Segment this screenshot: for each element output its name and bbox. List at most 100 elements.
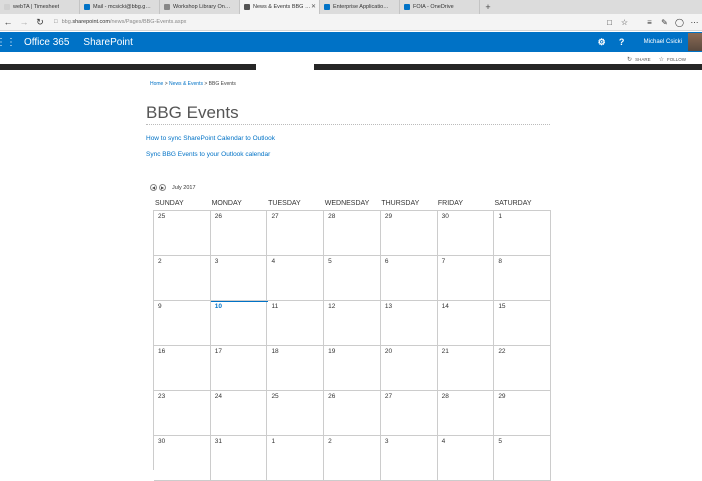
share-action-icon: ↻ [627,57,633,63]
calendar-day-cell[interactable]: 18 [267,346,325,391]
favorite-star-icon[interactable]: ☆ [617,18,632,27]
address-bar: ← → ↻ □ bbg. sharepoint.com/news/Pages/BB… [0,14,702,31]
title-divider [146,124,550,125]
share-icon[interactable]: ◯ [672,18,687,27]
settings-gear-icon[interactable]: ⚙ [592,32,612,52]
follow-button[interactable]: ☆ FOLLOW [659,56,686,63]
nav-strip-highlight [256,64,314,70]
web-note-icon[interactable]: ✎ [657,18,672,27]
browser-tab[interactable]: FOIA - OneDrive [400,0,480,14]
tab-label: webTA | Timesheet [13,4,60,10]
tab-favicon-icon [404,4,410,10]
calendar-day-cell[interactable]: 11 [267,301,325,346]
calendar-day-cell[interactable]: 2 [154,256,211,301]
browser-tab[interactable]: Mail - mcsicki@bbg.gov [80,0,160,14]
user-name[interactable]: Michael Csicki [644,39,682,45]
calendar-day-cell[interactable]: 24 [210,391,268,436]
tab-label: News & Events BBG Eve [253,4,311,10]
calendar-week-row: 23 24 25 26 27 28 29 [154,391,552,436]
calendar-week-row: 9 10 11 12 13 14 15 [154,301,552,346]
calendar-navigation: ◀ ▶ July 2017 [150,184,196,191]
page-actions: ↻ SHARE ☆ FOLLOW [619,56,686,63]
calendar-day-cell[interactable]: 12 [324,301,381,346]
back-icon[interactable]: ← [0,14,16,31]
sync-calendar-link[interactable]: How to sync SharePoint Calendar to Outlo… [146,135,275,142]
reading-view-icon[interactable]: □ [602,18,617,27]
browser-tab[interactable]: webTA | Timesheet [0,0,80,14]
weekday-label: SUNDAY [155,200,184,207]
help-icon[interactable]: ? [612,32,632,52]
calendar-day-cell[interactable]: 19 [324,346,381,391]
calendar-week-row: 16 17 18 19 20 21 22 [154,346,552,391]
tab-favicon-icon [164,4,170,10]
app-launcher-icon[interactable]: ⋮⋮ [0,32,16,52]
calendar-day-cell[interactable]: 10 [210,301,268,346]
calendar-day-cell[interactable]: 1 [494,211,552,256]
calendar-day-cell[interactable]: 15 [494,301,552,346]
refresh-icon[interactable]: ↻ [32,14,48,31]
calendar-day-cell[interactable]: 16 [154,346,211,391]
calendar-day-cell[interactable]: 6 [380,256,438,301]
share-label: SHARE [635,57,651,62]
weekday-label: TUESDAY [268,200,301,207]
calendar-day-cell[interactable]: 7 [437,256,495,301]
url-domain: sharepoint.com [72,19,110,25]
calendar-day-cell[interactable]: 29 [494,391,552,436]
sync-events-link[interactable]: Sync BBG Events to your Outlook calendar [146,151,270,158]
calendar-day-cell[interactable]: 28 [437,391,495,436]
calendar-day-cell[interactable]: 4 [267,256,325,301]
calendar-day-cell[interactable]: 29 [380,211,438,256]
weekday-label: SATURDAY [494,200,532,207]
more-icon[interactable]: ⋯ [687,18,702,27]
calendar-day-cell[interactable]: 5 [324,256,381,301]
calendar-day-cell[interactable]: 23 [154,391,211,436]
browser-tab[interactable]: Workshop Library On-Dema [160,0,240,14]
calendar-day-cell[interactable]: 27 [267,211,325,256]
calendar-day-cell[interactable]: 9 [154,301,211,346]
calendar-week-row: 25 26 27 28 29 30 1 [154,211,552,256]
tab-favicon-icon [324,4,330,10]
calendar-month-label: July 2017 [172,184,196,191]
url-path: /news/Pages/BBG-Events.aspx [109,19,187,25]
tab-label: Workshop Library On-Dema [173,4,231,10]
sharepoint-link[interactable]: SharePoint [83,37,132,48]
calendar-day-cell[interactable]: 26 [210,211,268,256]
office365-suite-bar: ⋮⋮ Office 365 SharePoint ⚙ ? Michael Csi… [0,32,702,52]
page-title: BBG Events [146,103,239,122]
browser-tab-bar: webTA | Timesheet Mail - mcsicki@bbg.gov W… [0,0,702,14]
hub-icon[interactable]: ≡ [642,18,657,27]
browser-tab[interactable]: News & Events BBG Eve ✕ [240,0,320,14]
calendar-day-cell[interactable]: 27 [380,391,438,436]
browser-tab[interactable]: Enterprise Applications Lim [320,0,400,14]
calendar-day-cell[interactable]: 14 [437,301,495,346]
share-button[interactable]: ↻ SHARE [627,56,651,63]
breadcrumb-current: BBG Events [208,81,236,87]
tab-label: FOIA - OneDrive [413,4,454,10]
breadcrumb-home[interactable]: Home [150,81,163,87]
forward-icon[interactable]: → [16,14,32,31]
calendar-day-cell[interactable]: 25 [154,211,211,256]
tab-label: Mail - mcsicki@bbg.gov [93,4,151,10]
new-tab-icon[interactable]: + [480,0,496,14]
avatar[interactable] [688,33,702,51]
calendar-day-cell[interactable]: 8 [494,256,552,301]
calendar-day-cell[interactable]: 28 [324,211,381,256]
calendar-day-cell[interactable]: 20 [380,346,438,391]
next-month-icon[interactable]: ▶ [159,184,166,191]
tab-favicon-icon [84,4,90,10]
previous-month-icon[interactable]: ◀ [150,184,157,191]
calendar-day-cell[interactable]: 25 [267,391,325,436]
calendar-day-cell[interactable]: 13 [380,301,438,346]
tab-label: Enterprise Applications Lim [333,4,391,10]
calendar-day-cell[interactable]: 30 [437,211,495,256]
calendar-week-row: 2345678 [154,256,552,301]
calendar-day-cell[interactable]: 21 [437,346,495,391]
calendar-day-cell[interactable]: 3 [210,256,268,301]
office365-brand[interactable]: Office 365 [24,37,69,48]
breadcrumb-news-events[interactable]: News & Events [169,81,203,87]
calendar-day-cell[interactable]: 22 [494,346,552,391]
tab-close-icon[interactable]: ✕ [311,3,316,10]
calendar-day-cell[interactable]: 26 [324,391,381,436]
calendar-day-cell[interactable]: 17 [210,346,268,391]
url-field[interactable]: □ bbg. sharepoint.com/news/Pages/BBG-Even… [54,19,186,25]
